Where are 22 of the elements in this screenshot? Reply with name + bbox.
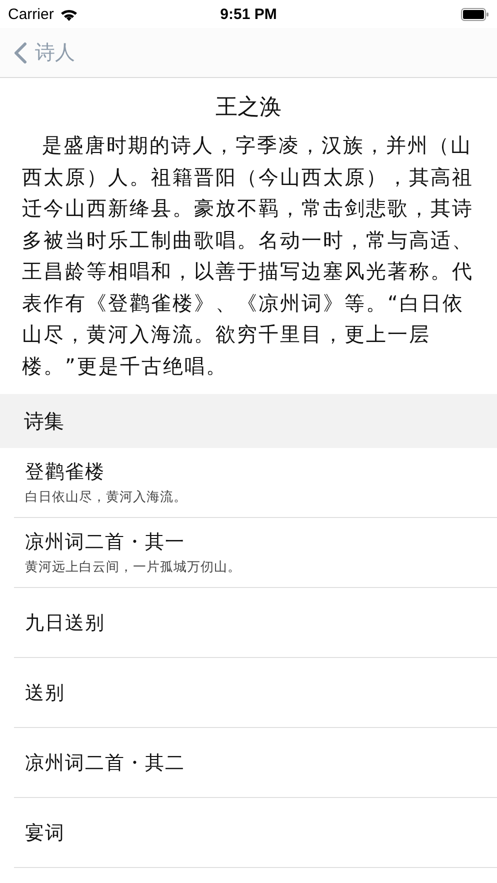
clock-time: 9:51 PM (220, 6, 277, 22)
poet-bio: 是盛唐时期的诗人，字季凌，汉族，并州（山西太原）人。祖籍晋阳（今山西太原），其高祖迁今山西新绛县。豪放不羁，常击剑悲歌，其诗多被当时乐工制曲歌唱。名动一时，常与高适、王昌龄等相唱和，以善于描写边塞风光著称。代表作有《登鹳雀楼》、《凉州词》等。“白日依山尽，黄河入海流。欲穷千里目，更上一层楼。”更是千古绝唱。 (22, 132, 474, 380)
poem-title: 九日送别 (25, 610, 106, 636)
poem-title: 送别 (25, 680, 66, 706)
section-header: 诗集 (0, 394, 497, 448)
chevron-left-icon (14, 42, 27, 64)
poem-title: 登鹳雀楼 (25, 460, 106, 485)
poem-row[interactable]: 宴词 (14, 798, 497, 868)
wifi-icon (60, 8, 78, 20)
battery-icon (461, 8, 489, 20)
poem-excerpt: 白日依山尽，黄河入海流。 (25, 489, 188, 506)
poem-row[interactable]: 九日送别 (14, 588, 497, 658)
poem-row[interactable]: 送别 (14, 658, 497, 728)
poem-row[interactable]: 凉州词二首・其二 (14, 728, 497, 798)
poem-title: 宴词 (25, 820, 66, 846)
poem-excerpt: 黄河远上白云间，一片孤城万仞山。 (25, 559, 242, 576)
poet-name: 王之涣 (216, 94, 282, 122)
poem-row[interactable]: 登鹳雀楼 白日依山尽，黄河入海流。 (14, 448, 497, 518)
poem-title: 凉州词二首・其一 (25, 530, 186, 555)
poem-row[interactable]: 凉州词二首・其一 黄河远上白云间，一片孤城万仞山。 (14, 518, 497, 588)
poem-title: 凉州词二首・其二 (25, 750, 186, 776)
carrier-name: Carrier (8, 6, 54, 22)
